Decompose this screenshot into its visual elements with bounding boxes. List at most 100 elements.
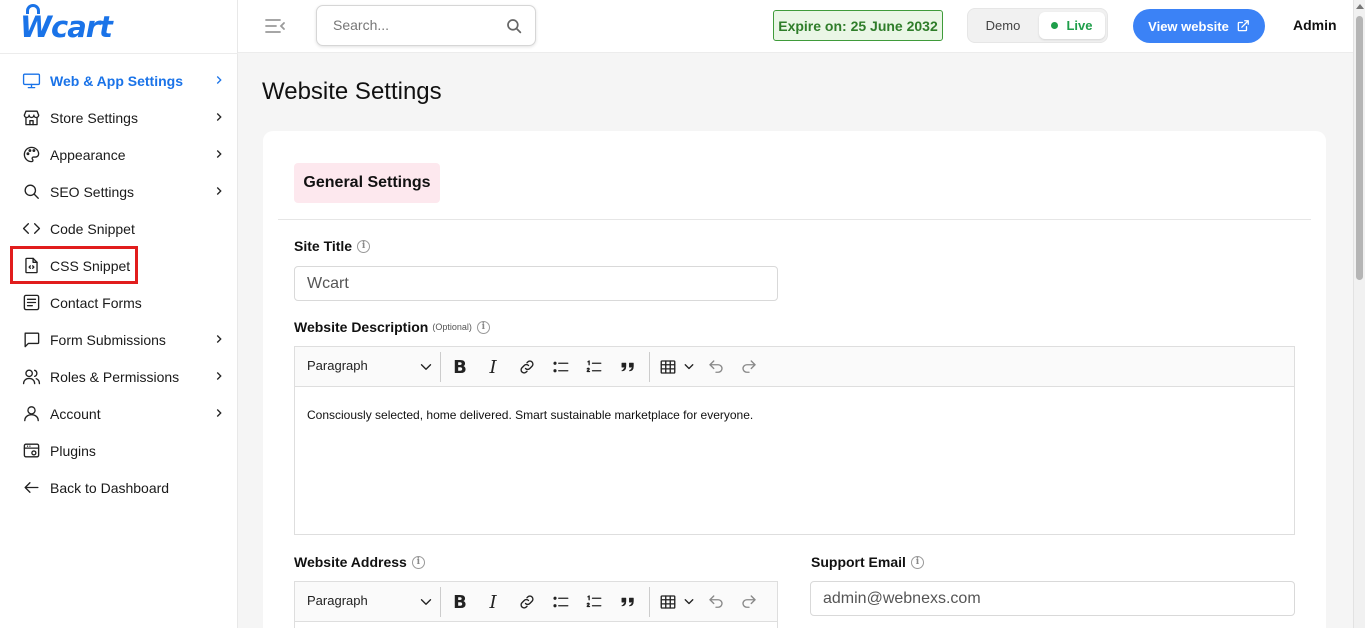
menu-collapse-icon[interactable]	[264, 16, 286, 36]
support-email-input[interactable]: admin@webnexs.com	[810, 581, 1295, 616]
info-icon[interactable]: i	[476, 320, 490, 334]
toolbar-separator	[649, 352, 650, 382]
search-icon	[21, 182, 41, 202]
chevron-down-icon[interactable]	[678, 591, 700, 613]
view-website-label: View website	[1148, 18, 1229, 34]
store-icon	[21, 108, 41, 128]
support-email-label: Support Email i	[811, 554, 924, 570]
address-editor: Paragraph B I	[294, 581, 778, 628]
plugin-icon	[21, 441, 41, 461]
sidebar-item-label: SEO Settings	[50, 183, 135, 200]
italic-icon[interactable]: I	[482, 356, 504, 378]
chevron-down-icon[interactable]	[678, 356, 700, 378]
sidebar-item-plugins[interactable]: Plugins	[0, 432, 238, 469]
sidebar-item-label: Account	[50, 405, 101, 422]
chevron-down-icon[interactable]	[415, 591, 437, 613]
scroll-up-arrow-icon[interactable]	[1356, 4, 1364, 9]
sidebar-item-label: Contact Forms	[50, 294, 142, 311]
bold-icon[interactable]: B	[449, 356, 471, 378]
chevron-down-icon[interactable]	[415, 356, 437, 378]
sidebar-item-form-submissions[interactable]: Form Submissions	[0, 321, 238, 358]
search-icon[interactable]	[505, 17, 523, 35]
sidebar-item-seo-settings[interactable]: SEO Settings	[0, 173, 238, 210]
settings-card: General Settings Site Title i Wcart Webs…	[263, 131, 1326, 628]
quote-icon[interactable]	[617, 356, 639, 378]
chevron-right-icon	[212, 406, 226, 420]
top-header: Expire on: 25 June 2032 Demo Live View w…	[238, 0, 1353, 53]
link-icon[interactable]	[516, 591, 538, 613]
site-title-input[interactable]: Wcart	[294, 266, 778, 301]
view-website-button[interactable]: View website	[1133, 9, 1265, 43]
scroll-thumb[interactable]	[1356, 16, 1363, 280]
page-scrollbar[interactable]	[1353, 0, 1365, 628]
website-address-label-text: Website Address	[294, 554, 407, 570]
external-link-icon	[1237, 20, 1249, 32]
redo-icon[interactable]	[738, 591, 760, 613]
sidebar-item-label: Code Snippet	[50, 220, 135, 237]
sidebar-item-label: Web & App Settings	[50, 72, 183, 89]
arrow-left-icon	[21, 478, 41, 498]
site-title-label: Site Title i	[294, 238, 371, 254]
live-dot-icon	[1051, 22, 1059, 29]
editor-toolbar: Paragraph B I	[295, 582, 777, 622]
card-divider	[278, 219, 1311, 220]
monitor-icon	[21, 71, 41, 91]
sidebar-item-web-app-settings[interactable]: Web & App Settings	[0, 62, 238, 99]
form-icon	[21, 293, 41, 313]
bold-icon[interactable]: B	[449, 591, 471, 613]
toolbar-separator	[440, 352, 441, 382]
user-icon	[21, 404, 41, 424]
website-address-label: Website Address i	[294, 554, 425, 570]
search-input[interactable]	[333, 17, 493, 33]
sidebar-item-appearance[interactable]: Appearance	[0, 136, 238, 173]
quote-icon[interactable]	[617, 591, 639, 613]
undo-icon[interactable]	[705, 591, 727, 613]
description-editor-content[interactable]: Consciously selected, home delivered. Sm…	[295, 387, 1294, 443]
description-editor: Paragraph B I Consciously selected, home…	[294, 346, 1295, 535]
mode-live-label: Live	[1066, 18, 1093, 33]
wcart-logo[interactable]: Wcart	[20, 4, 113, 44]
sidebar-item-label: Plugins	[50, 442, 96, 459]
paragraph-select[interactable]: Paragraph	[307, 593, 368, 608]
mode-demo-option[interactable]: Demo	[968, 9, 1038, 42]
sidebar-item-contact-forms[interactable]: Contact Forms	[0, 284, 238, 321]
bullet-list-icon[interactable]	[550, 356, 572, 378]
paragraph-select[interactable]: Paragraph	[307, 358, 368, 373]
link-icon[interactable]	[516, 356, 538, 378]
optional-tag: (Optional)	[432, 322, 472, 332]
chevron-right-icon	[212, 110, 226, 124]
toolbar-separator	[649, 587, 650, 617]
sidebar-item-back-to-dashboard[interactable]: Back to Dashboard	[0, 469, 238, 506]
redo-icon[interactable]	[738, 356, 760, 378]
website-description-label-text: Website Description	[294, 319, 429, 335]
users-icon	[21, 367, 41, 387]
bullet-list-icon[interactable]	[550, 591, 572, 613]
site-title-value: Wcart	[307, 274, 349, 292]
website-description-label: Website Description (Optional) i	[294, 319, 490, 335]
undo-icon[interactable]	[705, 356, 727, 378]
table-icon[interactable]	[657, 591, 679, 613]
sidebar-item-account[interactable]: Account	[0, 395, 238, 432]
tab-general-settings[interactable]: General Settings	[294, 163, 440, 203]
page-title: Website Settings	[262, 78, 442, 105]
chevron-right-icon	[212, 332, 226, 346]
sidebar-divider	[0, 53, 238, 54]
sidebar-item-roles-permissions[interactable]: Roles & Permissions	[0, 358, 238, 395]
chevron-right-icon	[212, 73, 226, 87]
sidebar-item-code-snippet[interactable]: Code Snippet	[0, 210, 238, 247]
user-menu[interactable]: Admin	[1293, 17, 1337, 33]
toolbar-separator	[440, 587, 441, 617]
sidebar-nav: Web & App Settings Store Settings Appear…	[0, 62, 238, 506]
highlight-box	[10, 246, 138, 284]
info-icon[interactable]: i	[411, 555, 425, 569]
numbered-list-icon[interactable]	[583, 591, 605, 613]
table-icon[interactable]	[657, 356, 679, 378]
search-box	[316, 5, 536, 46]
numbered-list-icon[interactable]	[583, 356, 605, 378]
sidebar-item-store-settings[interactable]: Store Settings	[0, 99, 238, 136]
info-icon[interactable]: i	[910, 555, 924, 569]
sidebar: Wcart Web & App Settings Store Settings …	[0, 0, 238, 628]
italic-icon[interactable]: I	[482, 591, 504, 613]
info-icon[interactable]: i	[357, 239, 371, 253]
mode-live-option[interactable]: Live	[1039, 12, 1105, 39]
